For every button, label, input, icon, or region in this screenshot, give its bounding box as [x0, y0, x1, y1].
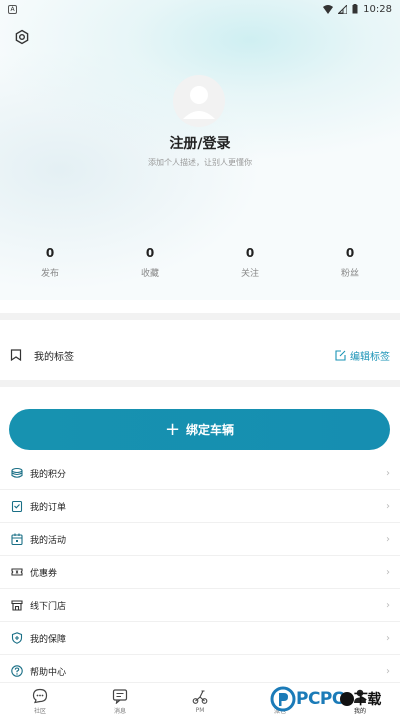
chevron-right-icon: › — [386, 665, 390, 677]
menu-label: 线下门店 — [30, 601, 67, 612]
menu-item-orders[interactable]: 我的订单 › — [0, 490, 400, 523]
store-icon — [10, 599, 23, 612]
menu-label: 我的订单 — [30, 502, 67, 513]
bind-vehicle-label: 绑定车辆 — [186, 423, 235, 437]
avatar[interactable] — [173, 75, 225, 127]
menu-label: 我的积分 — [30, 469, 67, 480]
edit-tags-button[interactable]: 编辑标签 — [335, 348, 390, 363]
stat-value: 0 — [345, 246, 355, 260]
bind-vehicle-button[interactable]: + 绑定车辆 — [9, 409, 390, 450]
stat-value: 0 — [245, 246, 255, 260]
menu-label: 帮助中心 — [30, 667, 67, 678]
stat-label: 粉丝 — [340, 269, 359, 279]
calendar-icon — [10, 533, 23, 546]
chevron-right-icon: › — [386, 467, 390, 479]
menu-label: 我的保障 — [30, 634, 67, 645]
order-icon — [10, 500, 23, 513]
coupon-icon — [10, 566, 23, 579]
watermark-suffix: 下载 — [353, 692, 382, 708]
help-icon — [10, 665, 23, 678]
community-icon — [32, 688, 48, 704]
shield-icon — [10, 632, 23, 645]
watermark-download-icon — [339, 692, 354, 706]
stat-posts[interactable]: 0 发布 — [0, 246, 100, 279]
bookmark-icon — [10, 349, 22, 361]
wifi-icon — [323, 4, 334, 14]
plus-icon: + — [164, 418, 181, 440]
chevron-right-icon: › — [386, 566, 390, 578]
section-divider — [0, 380, 400, 387]
chevron-right-icon: › — [386, 533, 390, 545]
menu-item-points[interactable]: 我的积分 › — [0, 457, 400, 490]
stat-label: 发布 — [40, 269, 59, 279]
stat-value: 0 — [45, 246, 55, 260]
status-time: 10:28 — [363, 3, 392, 15]
battery-icon — [352, 4, 358, 14]
scooter-icon — [192, 690, 208, 704]
menu-item-stores[interactable]: 线下门店 › — [0, 589, 400, 622]
stat-value: 0 — [145, 246, 155, 260]
my-tags-label: 我的标签 — [34, 351, 74, 363]
watermark-text: PCPO — [296, 689, 346, 709]
message-icon — [112, 689, 128, 704]
tab-messages[interactable]: 消息 — [80, 683, 160, 720]
stat-label: 关注 — [240, 269, 259, 279]
settings-icon — [15, 29, 29, 45]
edit-icon — [335, 349, 346, 361]
section-divider — [0, 313, 400, 320]
chevron-right-icon: › — [386, 500, 390, 512]
tab-label: 社区 — [33, 708, 46, 715]
points-icon — [10, 467, 23, 480]
menu-item-coupons[interactable]: 优惠券 › — [0, 556, 400, 589]
watermark-logo-icon — [270, 686, 296, 712]
notification-icon: A — [8, 4, 17, 14]
profile-description: 添加个人描述，让别人更懂你 — [148, 158, 252, 167]
settings-button[interactable] — [12, 27, 32, 47]
tab-community[interactable]: 社区 — [0, 683, 80, 720]
stat-favorites[interactable]: 0 收藏 — [100, 246, 200, 279]
stats-row: 0 发布 0 收藏 0 关注 0 粉丝 — [0, 246, 400, 279]
tab-label: PM — [195, 707, 205, 714]
tab-pm[interactable]: PM — [160, 683, 240, 720]
stat-followers[interactable]: 0 粉丝 — [300, 246, 400, 279]
stat-label: 收藏 — [140, 269, 159, 279]
menu-list: 我的积分 › 我的订单 › 我的活动 › 优惠券 › 线下门店 › 我的保障 › — [0, 457, 400, 688]
signal-icon — [338, 4, 348, 14]
my-tags-row[interactable]: 我的标签 编辑标签 — [0, 340, 400, 370]
menu-label: 我的活动 — [30, 535, 67, 546]
chevron-right-icon: › — [386, 599, 390, 611]
edit-tags-label: 编辑标签 — [350, 351, 390, 363]
watermark: PCPO 下载 — [270, 684, 396, 714]
login-title[interactable]: 注册/登录 — [0, 133, 400, 153]
menu-label: 优惠券 — [30, 568, 58, 579]
avatar-placeholder-icon — [183, 86, 215, 119]
stat-following[interactable]: 0 关注 — [200, 246, 300, 279]
tab-label: 消息 — [113, 708, 126, 715]
menu-item-activities[interactable]: 我的活动 › — [0, 523, 400, 556]
chevron-right-icon: › — [386, 632, 390, 644]
status-bar: A 10:28 — [0, 0, 400, 18]
menu-item-protection[interactable]: 我的保障 › — [0, 622, 400, 655]
